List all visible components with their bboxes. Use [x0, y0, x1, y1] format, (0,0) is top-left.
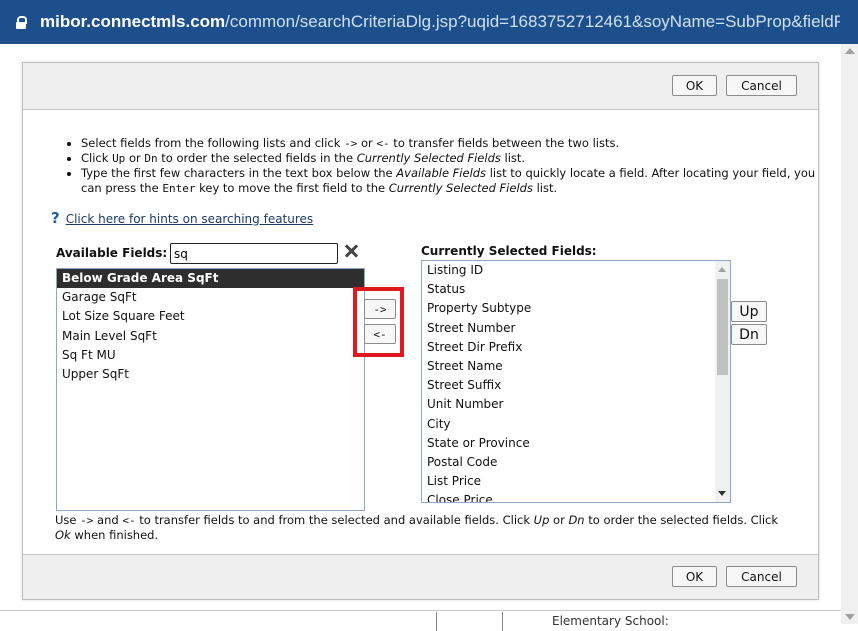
available-field-item[interactable]: Garage SqFt	[57, 288, 364, 307]
clear-search-icon[interactable]	[343, 243, 359, 259]
url-host: mibor.connectmls.com	[40, 12, 226, 31]
bottom-instructions: Use -> and <- to transfer fields to and …	[55, 513, 779, 542]
url-path: /common/searchCriteriaDlg.jsp?uqid=16837…	[225, 12, 840, 31]
browser-address-bar[interactable]: mibor.connectmls.com/common/searchCriter…	[0, 0, 858, 44]
table-divider	[502, 612, 503, 631]
instruction-item: Type the first few characters in the tex…	[81, 166, 821, 196]
scroll-down-arrow-icon[interactable]	[845, 614, 855, 620]
available-field-item[interactable]: Below Grade Area SqFt	[57, 269, 364, 289]
selected-field-item[interactable]: Unit Number	[422, 395, 730, 414]
selected-field-item[interactable]: Status	[422, 280, 730, 299]
lock-icon	[16, 16, 27, 29]
selected-field-item[interactable]: Listing ID	[422, 261, 730, 280]
selected-field-item[interactable]: List Price	[422, 472, 730, 491]
selected-field-item[interactable]: Street Name	[422, 357, 730, 376]
dialog-footer: OK Cancel	[23, 554, 818, 599]
selected-field-item[interactable]: Close Price	[422, 491, 730, 502]
selected-field-item[interactable]: Postal Code	[422, 453, 730, 472]
move-down-button[interactable]: Dn	[731, 324, 767, 345]
cancel-button-top[interactable]: Cancel	[726, 75, 797, 96]
window-scrollbar[interactable]	[841, 44, 858, 624]
move-up-button[interactable]: Up	[731, 301, 767, 322]
selected-field-item[interactable]: City	[422, 415, 730, 434]
instructions-list: Select fields from the following lists a…	[63, 136, 821, 196]
available-field-item[interactable]: Upper SqFt	[57, 365, 364, 384]
elementary-school-label: Elementary School:	[552, 614, 669, 628]
selected-field-item[interactable]: Street Dir Prefix	[422, 338, 730, 357]
list-scroll-down-icon[interactable]	[718, 491, 726, 496]
cancel-button-bottom[interactable]: Cancel	[726, 566, 797, 587]
available-field-item[interactable]: Sq Ft MU	[57, 346, 364, 365]
hint-row: ? Click here for hints on searching featu…	[51, 209, 313, 227]
search-criteria-dialog: OK Cancel Select fields from the followi…	[22, 62, 819, 600]
list-scroll-up-icon[interactable]	[718, 267, 726, 272]
available-fields-label: Available Fields:	[56, 246, 168, 260]
selected-fields-label: Currently Selected Fields:	[421, 244, 597, 258]
move-left-button[interactable]: <-	[364, 324, 396, 344]
selected-field-item[interactable]: Property Subtype	[422, 299, 730, 318]
instruction-item: Click Up or Dn to order the selected fie…	[81, 151, 821, 166]
selected-field-item[interactable]: State or Province	[422, 434, 730, 453]
available-field-item[interactable]: Lot Size Square Feet	[57, 307, 364, 326]
available-field-item[interactable]: Main Level SqFt	[57, 327, 364, 346]
highlight-box	[353, 287, 404, 357]
selected-field-item[interactable]: Street Number	[422, 319, 730, 338]
table-divider	[436, 612, 437, 631]
selected-fields-list[interactable]: Listing ID Status Property Subtype Stree…	[421, 260, 731, 503]
instruction-item: Select fields from the following lists a…	[81, 136, 821, 151]
hints-link[interactable]: Click here for hints on searching featur…	[66, 212, 313, 226]
move-right-button[interactable]: ->	[364, 299, 396, 319]
selected-field-item[interactable]: Street Suffix	[422, 376, 730, 395]
available-fields-list[interactable]: Below Grade Area SqFt Garage SqFt Lot Si…	[56, 268, 365, 511]
field-search-input[interactable]	[170, 243, 338, 264]
selected-list-scrollbar[interactable]	[715, 261, 730, 502]
url-text[interactable]: mibor.connectmls.com/common/searchCriter…	[40, 12, 840, 32]
ok-button-bottom[interactable]: OK	[672, 566, 717, 587]
dialog-header: OK Cancel	[23, 63, 818, 110]
list-scroll-thumb[interactable]	[717, 279, 728, 375]
page-behind-dialog: Elementary School:	[0, 598, 841, 631]
help-question-icon: ?	[51, 209, 60, 227]
scroll-up-arrow-icon[interactable]	[845, 48, 855, 54]
ok-button-top[interactable]: OK	[672, 75, 717, 96]
